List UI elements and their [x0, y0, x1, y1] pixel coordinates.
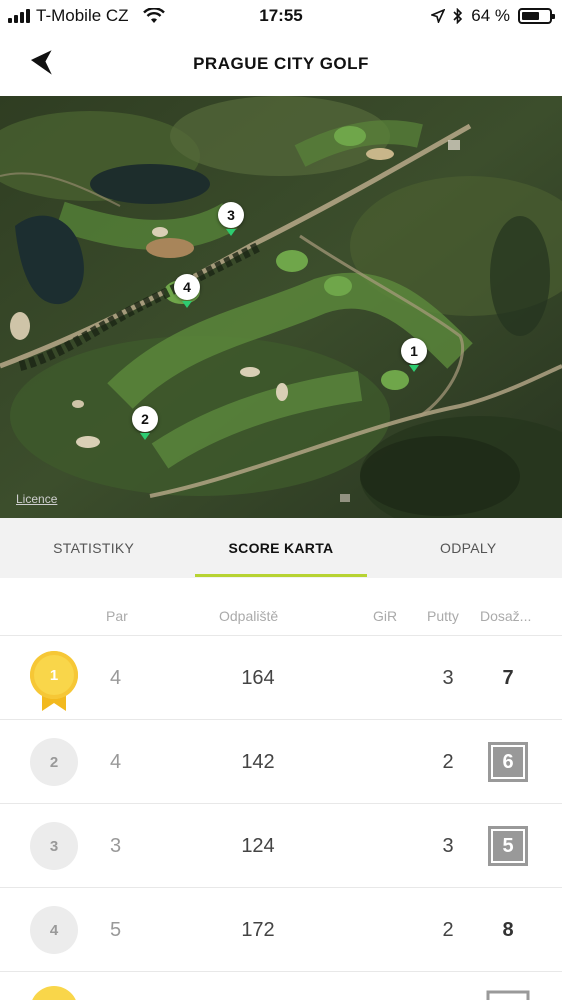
scorecard-table: Par Odpaliště GiR Putty Dosaž... 1 4 164… [0, 578, 562, 1000]
table-row-hole-2[interactable]: 2 4 142 2 6 [0, 720, 562, 804]
status-bar: T-Mobile CZ 17:55 64 % [0, 0, 562, 32]
page-title: PRAGUE CITY GOLF [193, 54, 369, 73]
tab-statistiky[interactable]: STATISTIKY [0, 518, 187, 578]
par-cell: 3 [110, 834, 122, 857]
bluetooth-icon [453, 8, 463, 24]
pin-tip-icon [409, 365, 419, 372]
tee-distance-cell: 142 [241, 750, 275, 773]
table-row-hole-1[interactable]: 1 4 164 3 7 [0, 636, 562, 720]
score-cell: 7 [502, 666, 514, 689]
battery-percent: 64 % [471, 6, 510, 25]
col-header-putts: Putty [427, 608, 459, 624]
par-cell: 4 [110, 666, 122, 689]
par-cell: 5 [110, 918, 122, 941]
tee-distance-cell: 164 [241, 666, 275, 689]
col-header-gir: GiR [373, 608, 398, 624]
pin-tip-icon [182, 301, 192, 308]
gold-medal-icon [32, 986, 530, 1000]
hole-pin-label: 1 [401, 338, 427, 364]
col-header-par: Par [106, 608, 128, 624]
header: PRAGUE CITY GOLF [0, 32, 562, 96]
tab-score-karta[interactable]: SCORE KARTA [187, 518, 374, 578]
back-arrow-icon[interactable] [28, 50, 58, 80]
score-cell: 5 [486, 804, 530, 888]
table-row-hole-3[interactable]: 3 3 124 3 5 [0, 804, 562, 888]
tab-bar: STATISTIKY SCORE KARTA ODPALY [0, 518, 562, 578]
tee-distance-cell: 124 [241, 834, 275, 857]
table-header: Par Odpaliště GiR Putty Dosaž... [0, 578, 562, 636]
double-bogey-box: 6 [488, 742, 528, 782]
col-header-score: Dosaž... [480, 608, 532, 624]
battery-fill [522, 12, 539, 20]
table-row-hole-4[interactable]: 4 5 172 2 8 [0, 888, 562, 972]
hole-number: 4 [30, 906, 78, 954]
hole-cell: 2 [30, 720, 78, 804]
double-bogey-box: 5 [488, 826, 528, 866]
hole-pin-label: 4 [174, 274, 200, 300]
location-arrow-icon [431, 9, 446, 23]
hole-cell: 3 [30, 804, 78, 888]
putts-cell: 3 [442, 666, 454, 689]
table-row-partial[interactable] [0, 972, 562, 1000]
hole-pin-2[interactable]: 2 [132, 406, 158, 440]
hole-cell: 4 [30, 888, 78, 972]
hole-number: 1 [30, 651, 78, 699]
licence-link[interactable]: Licence [16, 492, 57, 506]
hole-number: 2 [30, 738, 78, 786]
pin-tip-icon [140, 433, 150, 440]
hole-number: 3 [30, 822, 78, 870]
tab-odpaly[interactable]: ODPALY [375, 518, 562, 578]
satellite-map-image [0, 96, 562, 518]
hole-cell: 1 [30, 636, 78, 720]
score-cell: 8 [502, 918, 514, 941]
pin-tip-icon [226, 229, 236, 236]
score-cell: 6 [486, 720, 530, 804]
hole-pin-4[interactable]: 4 [174, 274, 200, 308]
hole-pin-1[interactable]: 1 [401, 338, 427, 372]
status-right: 64 % [431, 6, 555, 26]
par-cell: 4 [110, 750, 122, 773]
battery-icon [518, 8, 555, 24]
tee-distance-cell: 172 [241, 918, 275, 941]
hole-pin-label: 3 [218, 202, 244, 228]
putts-cell: 2 [442, 918, 454, 941]
hole-pin-label: 2 [132, 406, 158, 432]
hole-pin-3[interactable]: 3 [218, 202, 244, 236]
putts-cell: 2 [442, 750, 454, 773]
col-header-tee: Odpaliště [219, 608, 279, 624]
gold-medal-icon: 1 [30, 651, 78, 713]
course-map[interactable]: 1 2 3 4 Licence [0, 96, 562, 518]
putts-cell: 3 [442, 834, 454, 857]
